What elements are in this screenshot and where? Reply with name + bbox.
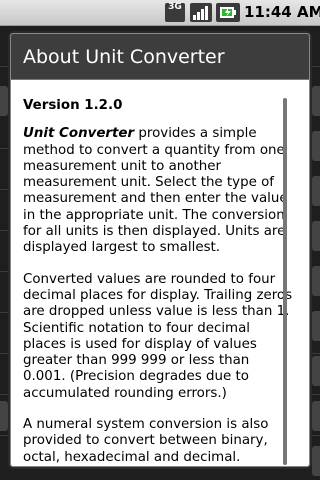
background-control — [0, 401, 8, 431]
3g-icon: 3G — [165, 3, 185, 22]
background-control — [312, 446, 320, 476]
network-type-label: 3G — [168, 2, 182, 12]
background-control — [312, 86, 320, 116]
signal-icon — [190, 3, 212, 22]
background-control — [312, 356, 320, 386]
battery-icon — [216, 3, 240, 22]
scrollbar[interactable] — [283, 98, 287, 465]
intro-text: provides a simple method to convert a qu… — [23, 126, 288, 256]
intro-paragraph: Unit Converter provides a simple method … — [23, 126, 295, 256]
numeral-paragraph: A numeral system conversion is also prov… — [23, 417, 269, 465]
dialog-content[interactable]: Version 1.2.0 Unit Converter provides a … — [11, 81, 309, 466]
background-control — [312, 311, 320, 341]
status-bar: 3G 11:44 AM — [0, 0, 320, 26]
version-label: Version 1.2.0 — [23, 98, 123, 113]
app-name: Unit Converter — [23, 126, 135, 142]
background-control — [312, 401, 320, 431]
about-dialog: About Unit Converter Version 1.2.0 Unit … — [10, 33, 310, 467]
background-control — [312, 221, 320, 251]
background-control — [312, 131, 320, 161]
background-control — [312, 266, 320, 296]
background-control — [312, 176, 320, 206]
clock: 11:44 AM — [244, 3, 320, 21]
dialog-title: About Unit Converter — [11, 34, 309, 80]
rounding-paragraph: Converted values are rounded to four dec… — [23, 271, 293, 401]
background-control — [0, 86, 8, 116]
